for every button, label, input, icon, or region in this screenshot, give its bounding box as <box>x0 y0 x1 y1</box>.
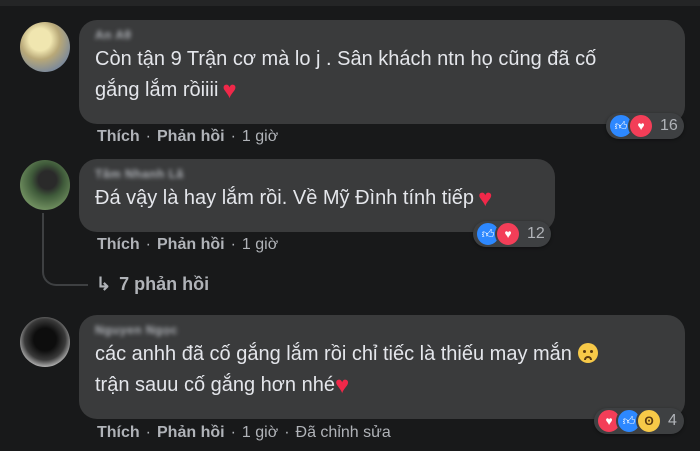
heart-icon: ♥ <box>222 77 237 104</box>
reply-button[interactable]: Phản hồi <box>157 424 225 441</box>
replies-count: 7 phản hồi <box>119 274 210 294</box>
like-button[interactable]: Thích <box>97 424 140 441</box>
separator: · <box>145 128 151 145</box>
comment-text: Đá vậy là hay lắm rồi. Về Mỹ Đình tính t… <box>95 183 541 214</box>
avatar[interactable] <box>20 317 70 367</box>
avatar[interactable] <box>20 160 70 210</box>
avatar[interactable] <box>20 22 70 72</box>
comment-author[interactable]: Tâm Nhanh Lã <box>95 167 541 181</box>
comment-actions: Thích · Phản hồi · 1 giờ · Đã chỉnh sửa <box>97 424 391 442</box>
comment-line: Đá vậy là hay lắm rồi. Về Mỹ Đình tính t… <box>95 187 475 209</box>
comment-text: Còn tận 9 Trận cơ mà lo j . Sân khách nt… <box>95 44 671 106</box>
comment-1: An Aθ Còn tận 9 Trận cơ mà lo j . Sân kh… <box>0 0 700 150</box>
comment-bubble: Nguyen Ngọc các anhh đã cố gắng lắm rồi … <box>79 315 685 419</box>
edited-label[interactable]: Đã chỉnh sửa <box>296 424 391 441</box>
crying-face-icon <box>577 343 598 363</box>
comment-line: gắng lắm rồiiii <box>95 79 219 101</box>
wow-face-icon: ʘ <box>636 408 662 434</box>
separator: · <box>230 128 236 145</box>
comment-3: Nguyen Ngọc các anhh đã cố gắng lắm rồi … <box>0 300 700 451</box>
separator: · <box>230 236 236 253</box>
comment-line: các anhh đã cố gắng lắm rồi chỉ tiếc là … <box>95 343 572 365</box>
like-button[interactable]: Thích <box>97 236 140 253</box>
reaction-count: 16 <box>660 117 678 134</box>
heart-icon: ♥ <box>495 221 521 247</box>
separator: · <box>230 424 236 441</box>
timestamp[interactable]: 1 giờ <box>242 236 278 253</box>
like-button[interactable]: Thích <box>97 128 140 145</box>
reaction-count: 4 <box>668 412 677 429</box>
comment-author[interactable]: An Aθ <box>95 28 671 42</box>
comment-actions: Thích · Phản hồi · 1 giờ <box>97 128 278 146</box>
timestamp[interactable]: 1 giờ <box>242 128 278 145</box>
timestamp[interactable]: 1 giờ <box>242 424 278 441</box>
separator: · <box>145 236 151 253</box>
reply-arrow-icon: ↳ <box>96 274 112 294</box>
comment-bubble: An Aθ Còn tận 9 Trận cơ mà lo j . Sân kh… <box>79 20 685 124</box>
comment-line: trận sauu cố gắng hơn nhé <box>95 374 335 396</box>
reaction-count: 12 <box>527 225 545 242</box>
heart-icon: ♥ <box>334 372 350 399</box>
comment-text: các anhh đã cố gắng lắm rồi chỉ tiếc là … <box>95 339 671 401</box>
comment-2: Tâm Nhanh Lã Đá vậy là hay lắm rồi. Về M… <box>0 150 700 300</box>
heart-icon: ♥ <box>628 113 654 139</box>
reaction-summary[interactable]: ♥ 👍︎ ʘ 4 <box>594 408 684 434</box>
heart-icon: ♥ <box>478 185 493 212</box>
reply-button[interactable]: Phản hồi <box>157 236 225 253</box>
reaction-summary[interactable]: 👍︎ ♥ 16 <box>606 113 684 139</box>
view-replies-link[interactable]: ↳ 7 phản hồi <box>96 274 209 295</box>
reaction-summary[interactable]: 👍︎ ♥ 12 <box>473 221 551 247</box>
comment-author[interactable]: Nguyen Ngọc <box>95 323 671 337</box>
reply-button[interactable]: Phản hồi <box>157 128 225 145</box>
comment-actions: Thích · Phản hồi · 1 giờ <box>97 236 278 254</box>
separator: · <box>284 424 290 441</box>
comment-line: Còn tận 9 Trận cơ mà lo j . Sân khách nt… <box>95 48 597 70</box>
separator: · <box>145 424 151 441</box>
